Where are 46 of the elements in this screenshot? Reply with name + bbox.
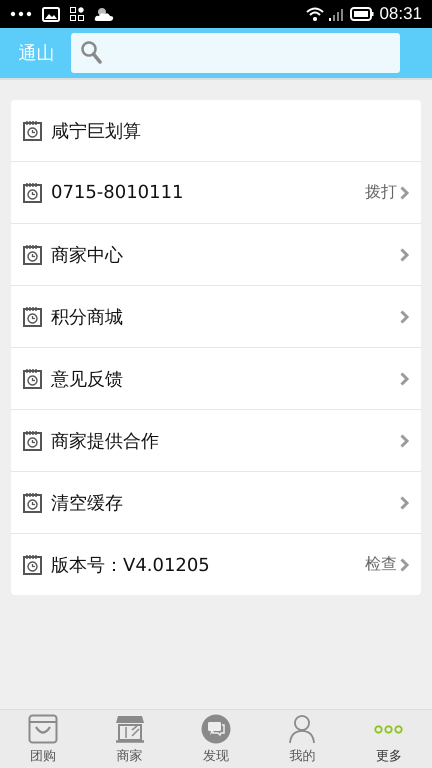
signal-icon [329, 7, 346, 21]
menu-label: 积分商城 [51, 306, 124, 328]
menu-item[interactable]: 商家提供合作 [11, 410, 421, 472]
menu-label: 咸宁巨划算 [51, 120, 142, 142]
bag-icon [28, 714, 58, 744]
calendar-clock-icon [23, 430, 42, 451]
battery-icon [350, 7, 374, 21]
nav-tab[interactable]: 团购 [0, 710, 86, 768]
calendar-clock-icon [23, 182, 42, 203]
menu-item[interactable]: 商家中心 [11, 224, 421, 286]
action-label: 拨打 [365, 182, 397, 203]
menu-item[interactable]: 0715-8010111 拨打 [11, 162, 421, 224]
chat-icon [201, 714, 232, 744]
menu-label: 版本号：V4.01205 [51, 554, 211, 576]
search-field[interactable] [71, 33, 400, 73]
menu-item[interactable]: 清空缓存 [11, 472, 421, 534]
clock-time: 08:31 [379, 4, 422, 24]
menu-item[interactable]: 咸宁巨划算 [11, 100, 421, 162]
nav-tab[interactable]: 发现 [172, 710, 260, 768]
nav-tab[interactable]: 商家 [86, 710, 173, 768]
menu-label: 商家提供合作 [51, 430, 160, 452]
nav-tab[interactable]: 更多 [346, 710, 432, 768]
calendar-clock-icon [23, 306, 42, 327]
calendar-clock-icon [23, 244, 42, 265]
more-icon [374, 724, 404, 734]
calendar-clock-icon [23, 120, 42, 141]
menu-item[interactable]: 版本号：V4.01205 检查 [11, 534, 421, 595]
menu-item[interactable]: 意见反馈 [11, 348, 421, 410]
person-icon [287, 714, 318, 744]
apps-icon [70, 7, 84, 21]
menu-item[interactable]: 积分商城 [11, 286, 421, 348]
nav-tab[interactable]: 我的 [259, 710, 346, 768]
menu-label: 清空缓存 [51, 492, 124, 514]
calendar-clock-icon [23, 368, 42, 389]
dots-icon [10, 11, 32, 17]
weather-icon [94, 6, 114, 22]
calendar-clock-icon [23, 554, 42, 575]
menu-label: 意见反馈 [51, 368, 124, 390]
calendar-clock-icon [23, 492, 42, 513]
image-icon [42, 6, 60, 22]
search-icon [81, 41, 103, 65]
shop-icon [114, 714, 145, 744]
action-label: 检查 [365, 554, 397, 575]
wifi-icon [306, 7, 324, 21]
menu-label: 商家中心 [51, 244, 124, 266]
menu-label: 0715-8010111 [51, 182, 184, 203]
